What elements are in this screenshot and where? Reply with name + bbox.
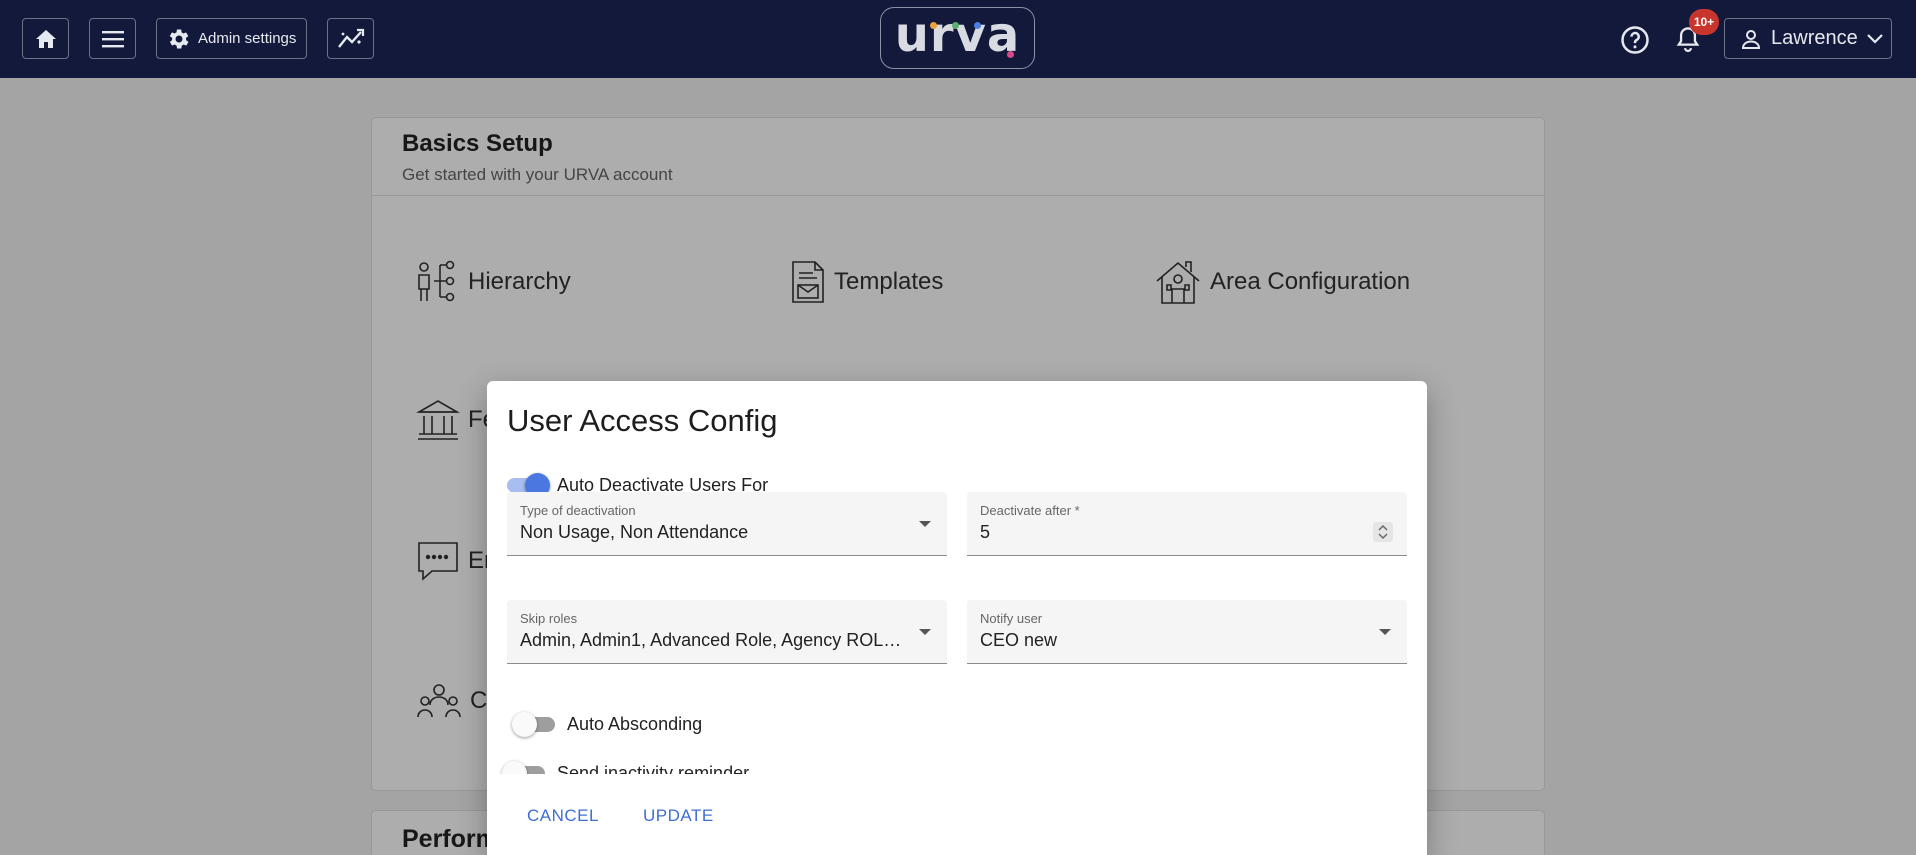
urva-logo[interactable]: urva xyxy=(880,7,1035,69)
notification-count-badge: 10+ xyxy=(1689,9,1719,35)
dropdown-arrow-icon xyxy=(1379,629,1391,635)
auto-absconding-toggle[interactable]: Auto Absconding xyxy=(512,712,703,737)
logo-dot-green xyxy=(952,22,959,29)
update-button[interactable]: UPDATE xyxy=(643,806,714,826)
dropdown-arrow-icon xyxy=(919,629,931,635)
help-icon[interactable] xyxy=(1620,25,1650,55)
user-menu-button[interactable]: Lawrence xyxy=(1724,18,1892,59)
logo-dot-orange xyxy=(930,22,937,29)
field-value: CEO new xyxy=(980,630,1058,650)
admin-settings-button[interactable]: Admin settings xyxy=(156,18,307,59)
toggle-thumb xyxy=(512,712,537,737)
dialog-actions xyxy=(487,774,1427,854)
field-label: Skip roles xyxy=(520,611,578,626)
field-label: Notify user xyxy=(980,611,1043,626)
field-value: Admin, Admin1, Advanced Role, Agency ROL… xyxy=(520,630,910,650)
skip-roles-select[interactable]: Skip roles Admin, Admin1, Advanced Role,… xyxy=(507,600,947,664)
user-icon xyxy=(1741,29,1761,49)
user-name: Lawrence xyxy=(1771,27,1858,49)
chevron-down-icon xyxy=(1866,33,1883,44)
cancel-button[interactable]: CANCEL xyxy=(527,806,599,826)
stepper-arrows-icon xyxy=(1378,524,1388,540)
field-value: Non Usage, Non Attendance xyxy=(520,522,749,542)
type-of-deactivation-select[interactable]: Type of deactivation Non Usage, Non Atte… xyxy=(507,492,947,556)
admin-settings-label: Admin settings xyxy=(198,30,297,47)
logo-dot-blue xyxy=(974,22,981,29)
logo-dot-pink xyxy=(1007,51,1014,58)
home-icon xyxy=(35,29,56,48)
number-stepper[interactable] xyxy=(1373,522,1393,542)
field-label: Deactivate after * xyxy=(980,503,1080,518)
toggle-label: Auto Absconding xyxy=(567,714,703,734)
logo-text: urva xyxy=(894,7,1021,63)
user-access-config-dialog: User Access Config Auto Deactivate Users… xyxy=(487,381,1427,855)
analytics-button[interactable] xyxy=(327,18,374,59)
trending-chart-icon xyxy=(337,28,364,48)
toggle-track xyxy=(512,712,555,737)
menu-button[interactable] xyxy=(89,18,136,59)
toggle-track xyxy=(507,473,550,498)
field-label: Type of deactivation xyxy=(520,503,636,518)
notify-user-select[interactable]: Notify user CEO new xyxy=(967,600,1407,664)
deactivate-after-input[interactable]: Deactivate after * 5 xyxy=(967,492,1407,556)
field-value: 5 xyxy=(980,522,991,542)
hamburger-menu-icon xyxy=(101,30,124,47)
dialog-title: User Access Config xyxy=(507,403,778,438)
gear-icon xyxy=(169,28,189,49)
top-navbar: Admin settings urva 10+ Lawrence xyxy=(0,0,1916,78)
dropdown-arrow-icon xyxy=(919,521,931,527)
home-button[interactable] xyxy=(22,18,69,59)
